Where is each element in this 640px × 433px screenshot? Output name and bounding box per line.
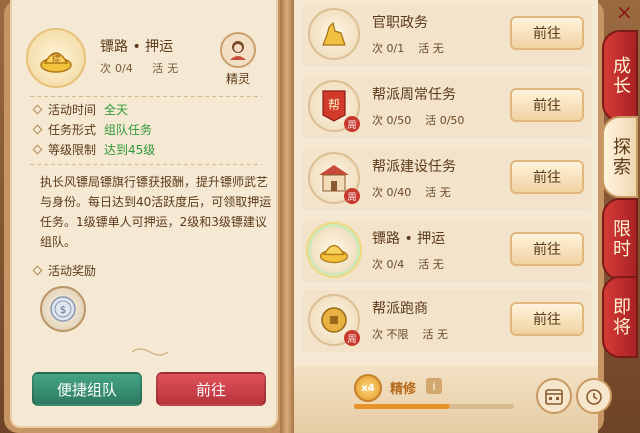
guild-banner-icon: 帮 周 — [308, 80, 360, 132]
info-row-time: 活动时间 全天 — [32, 100, 155, 120]
tab-upcoming[interactable]: 即将 — [602, 276, 638, 358]
task-list: 官职政务 次 0/1 活 无 前往 帮 周 帮派周常任务 次 0/50 活 0/50… — [294, 0, 598, 380]
activity-description: 执长风镖局镖旗行镖获报酬，提升镖师武艺与身份。每日达到40活跃度后，可领取押运任… — [40, 175, 272, 249]
tab-explore[interactable]: 探索 — [602, 116, 638, 198]
task-title: 官职政务 — [372, 15, 428, 31]
weekly-badge: 周 — [344, 188, 360, 204]
book-spine — [280, 0, 294, 433]
activity-stats: 次 0/4 活无 — [100, 62, 179, 75]
task-go-button[interactable]: 前往 — [510, 302, 584, 336]
weekly-badge: 周 — [344, 116, 360, 132]
task-title: 镖路 • 押运 — [372, 231, 446, 247]
info-icon[interactable]: i — [426, 378, 442, 394]
activity-title: 镖路 • 押运 — [100, 39, 174, 55]
sprite-button[interactable]: 精灵 — [214, 32, 262, 87]
task-stats: 次 0/1 活 无 — [372, 42, 444, 55]
bottom-bar: x4 精修 i — [294, 366, 612, 433]
task-go-button[interactable]: 前往 — [510, 232, 584, 266]
sprite-avatar-icon — [220, 32, 256, 68]
progress-fill — [354, 404, 450, 409]
refine-label: 精修 — [390, 382, 417, 397]
task-title: 帮派周常任务 — [372, 87, 456, 103]
task-card-selected[interactable]: 镖路 • 押运 次 0/4 活 无 前往 — [302, 220, 592, 282]
task-go-button[interactable]: 前往 — [510, 160, 584, 194]
divider — [30, 96, 262, 97]
task-card[interactable]: 帮 周 帮派周常任务 次 0/50 活 0/50 前往 — [302, 76, 592, 138]
sprite-label: 精灵 — [225, 72, 250, 86]
go-button[interactable]: 前往 — [156, 372, 266, 406]
task-title: 帮派跑商 — [372, 301, 428, 317]
gold-ingot-icon: 镖 — [26, 28, 86, 88]
activity-detail-panel: 镖 镖路 • 押运 次 0/4 活无 精灵 活动时间 全天 任务形式 组队任务 等级限… — [10, 0, 278, 428]
task-card[interactable]: 周 帮派建设任务 次 0/40 活 无 前往 — [302, 148, 592, 210]
activity-info-list: 活动时间 全天 任务形式 组队任务 等级限制 达到45级 — [32, 100, 155, 160]
task-go-button[interactable]: 前往 — [510, 16, 584, 50]
task-stats: 次 0/50 活 0/50 — [372, 114, 465, 127]
task-card[interactable]: 官职政务 次 0/1 活 无 前往 — [302, 4, 592, 66]
multiplier-badge: x4 — [354, 374, 382, 402]
task-go-button[interactable]: 前往 — [510, 88, 584, 122]
info-row-level: 等级限制 达到45级 — [32, 140, 155, 160]
scroll-ornament — [131, 348, 169, 356]
task-title: 帮派建设任务 — [372, 159, 456, 175]
refine-progress-bar — [354, 404, 514, 409]
task-stats: 次 不限活 无 — [372, 328, 448, 341]
svg-text:镖: 镖 — [51, 52, 60, 64]
coin-icon: 周 — [308, 294, 360, 346]
tab-growth[interactable]: 成长 — [602, 30, 638, 122]
quick-team-button[interactable]: 便捷组队 — [32, 372, 142, 406]
building-icon: 周 — [308, 152, 360, 204]
weekly-badge: 周 — [344, 330, 360, 346]
info-row-format: 任务形式 组队任务 — [32, 120, 155, 140]
silver-coin-icon[interactable]: $ — [40, 286, 86, 332]
gold-ingot-icon — [308, 224, 360, 276]
svg-text:$: $ — [60, 305, 66, 316]
close-icon[interactable]: × — [616, 0, 633, 24]
task-stats: 次 0/40 活 无 — [372, 186, 451, 199]
task-card[interactable]: 周 帮派跑商 次 不限活 无 前往 — [302, 290, 592, 352]
task-stats: 次 0/4 活 无 — [372, 258, 444, 271]
calendar-icon[interactable] — [536, 378, 572, 414]
golden-deer-icon — [308, 8, 360, 60]
reward-label: 活动奖励 — [32, 262, 96, 279]
divider — [30, 164, 262, 165]
tab-limited[interactable]: 限时 — [602, 198, 638, 280]
svg-text:帮: 帮 — [328, 98, 340, 112]
alarm-clock-icon[interactable] — [576, 378, 612, 414]
